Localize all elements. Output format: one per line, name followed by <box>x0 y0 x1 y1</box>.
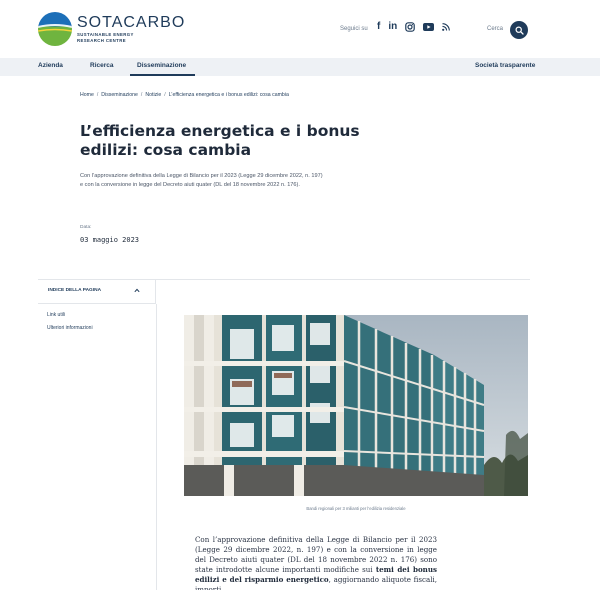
breadcrumb-notizie[interactable]: Notizie <box>145 92 161 98</box>
breadcrumb-home[interactable]: Home <box>80 92 94 98</box>
nav-item-disseminazione[interactable]: Disseminazione <box>137 62 186 69</box>
logo-globe-icon <box>38 12 72 46</box>
breadcrumb-current: L’efficienza energetica e i bonus ediliz… <box>168 92 289 98</box>
site-header: SOTACARBO SUSTAINABLE ENERGY RESEARCH CE… <box>0 0 600 60</box>
toc-toggle[interactable]: INDICE DELLA PAGINA <box>38 280 156 304</box>
date-value: 03 maggio 2023 <box>80 236 140 244</box>
main-nav: Azienda Ricerca Disseminazione Società t… <box>0 58 600 76</box>
social-links: f in <box>377 22 451 32</box>
breadcrumb: Home / Disseminazione / Notizie / L’effi… <box>80 92 289 98</box>
linkedin-icon[interactable]: in <box>388 22 397 32</box>
toc-heading: INDICE DELLA PAGINA <box>48 288 102 293</box>
youtube-icon[interactable] <box>423 23 435 31</box>
toc-column-divider <box>156 304 157 590</box>
logo-sub-line2: RESEARCH CENTRE <box>77 37 126 43</box>
logo-name: SOTACARBO <box>77 14 186 32</box>
search-icon <box>515 26 524 35</box>
search-label: Cerca <box>487 26 504 32</box>
nav-item-azienda[interactable]: Azienda <box>38 62 63 69</box>
chevron-up-icon <box>134 288 140 293</box>
toc-item-ulteriori-informazioni[interactable]: Ulteriori informazioni <box>47 325 93 331</box>
facebook-icon[interactable]: f <box>377 22 380 32</box>
date-label: Data: <box>80 225 92 230</box>
rss-icon[interactable] <box>442 23 451 31</box>
image-caption: Bandi regionali per 3 milianti per l’edi… <box>306 506 406 511</box>
article-lead: Con l’approvazione definitiva della Legg… <box>80 173 323 188</box>
nav-item-ricerca[interactable]: Ricerca <box>90 62 114 69</box>
article-image <box>184 315 528 496</box>
breadcrumb-disseminazione[interactable]: Disseminazione <box>101 92 138 98</box>
instagram-icon[interactable] <box>405 22 416 32</box>
nav-item-societa-trasparente[interactable]: Società trasparente <box>475 62 535 69</box>
article-body: Con l’approvazione definitiva della Legg… <box>195 535 437 590</box>
search-button[interactable] <box>510 21 528 39</box>
page-title: L’efficienza energetica e i bonus ediliz… <box>80 122 360 159</box>
social-label: Seguici su <box>340 26 368 32</box>
sotacarbo-logo[interactable]: SOTACARBO SUSTAINABLE ENERGY RESEARCH CE… <box>38 12 185 46</box>
toc-item-link-utili[interactable]: Link utili <box>47 312 65 318</box>
nav-active-indicator <box>130 74 195 76</box>
logo-sub-line1: SUSTAINABLE ENERGY <box>77 32 134 38</box>
